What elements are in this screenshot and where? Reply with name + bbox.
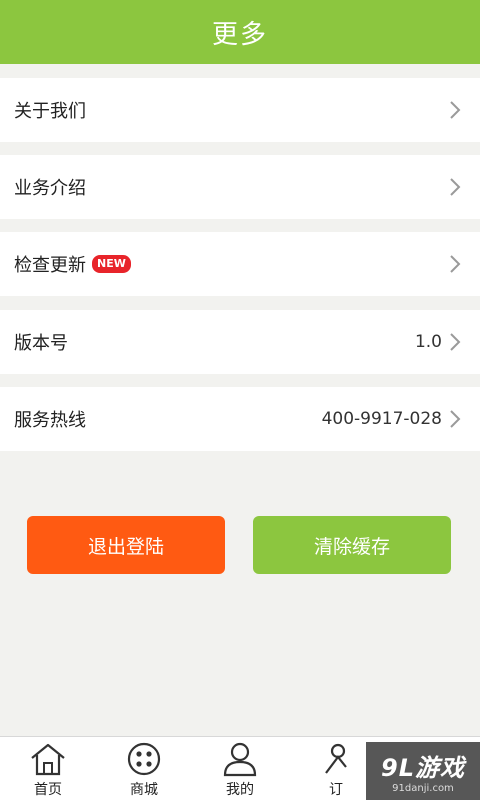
hotline-value: 400-9917-028 <box>321 409 442 429</box>
chevron-right-icon <box>450 333 461 351</box>
user-icon <box>223 742 257 777</box>
tab-label: 我的 <box>226 782 254 798</box>
new-badge: NEW <box>92 255 131 273</box>
logout-button[interactable]: 退出登陆 <box>27 516 225 574</box>
menu-item-business-intro[interactable]: 业务介绍 <box>0 155 480 219</box>
shop-icon <box>127 742 161 776</box>
menu-item-about-us[interactable]: 关于我们 <box>0 78 480 142</box>
menu-item-label: 服务热线 <box>14 410 86 431</box>
watermark-url: 91danji.com <box>392 783 454 794</box>
tab-label: 商城 <box>130 782 158 798</box>
watermark-logo: 9L游戏 91danji.com <box>366 742 480 800</box>
clear-cache-button[interactable]: 清除缓存 <box>253 516 451 574</box>
tab-label: 首页 <box>34 782 62 798</box>
chevron-right-icon <box>450 255 461 273</box>
menu-item-label: 检查更新 <box>14 255 86 276</box>
tab-label: 订 <box>329 782 343 798</box>
order-icon <box>325 743 347 774</box>
menu-item-version[interactable]: 版本号 1.0 <box>0 310 480 374</box>
tab-shop[interactable]: 商城 <box>96 737 192 800</box>
top-bar: 更多 <box>0 0 480 64</box>
watermark-text: 9L游戏 <box>381 754 465 782</box>
menu-item-check-update[interactable]: 检查更新 NEW <box>0 232 480 296</box>
menu-item-label: 版本号 <box>14 333 68 354</box>
menu-item-label: 业务介绍 <box>14 178 86 199</box>
page-title: 更多 <box>211 19 268 50</box>
tab-mine[interactable]: 我的 <box>192 737 288 800</box>
chevron-right-icon <box>450 101 461 119</box>
chevron-right-icon <box>450 410 461 428</box>
version-value: 1.0 <box>414 332 442 352</box>
home-icon <box>31 743 65 776</box>
menu-item-service-hotline[interactable]: 服务热线 400-9917-028 <box>0 387 480 451</box>
chevron-right-icon <box>450 178 461 196</box>
menu-item-label: 关于我们 <box>14 101 86 122</box>
tab-home[interactable]: 首页 <box>0 737 96 800</box>
